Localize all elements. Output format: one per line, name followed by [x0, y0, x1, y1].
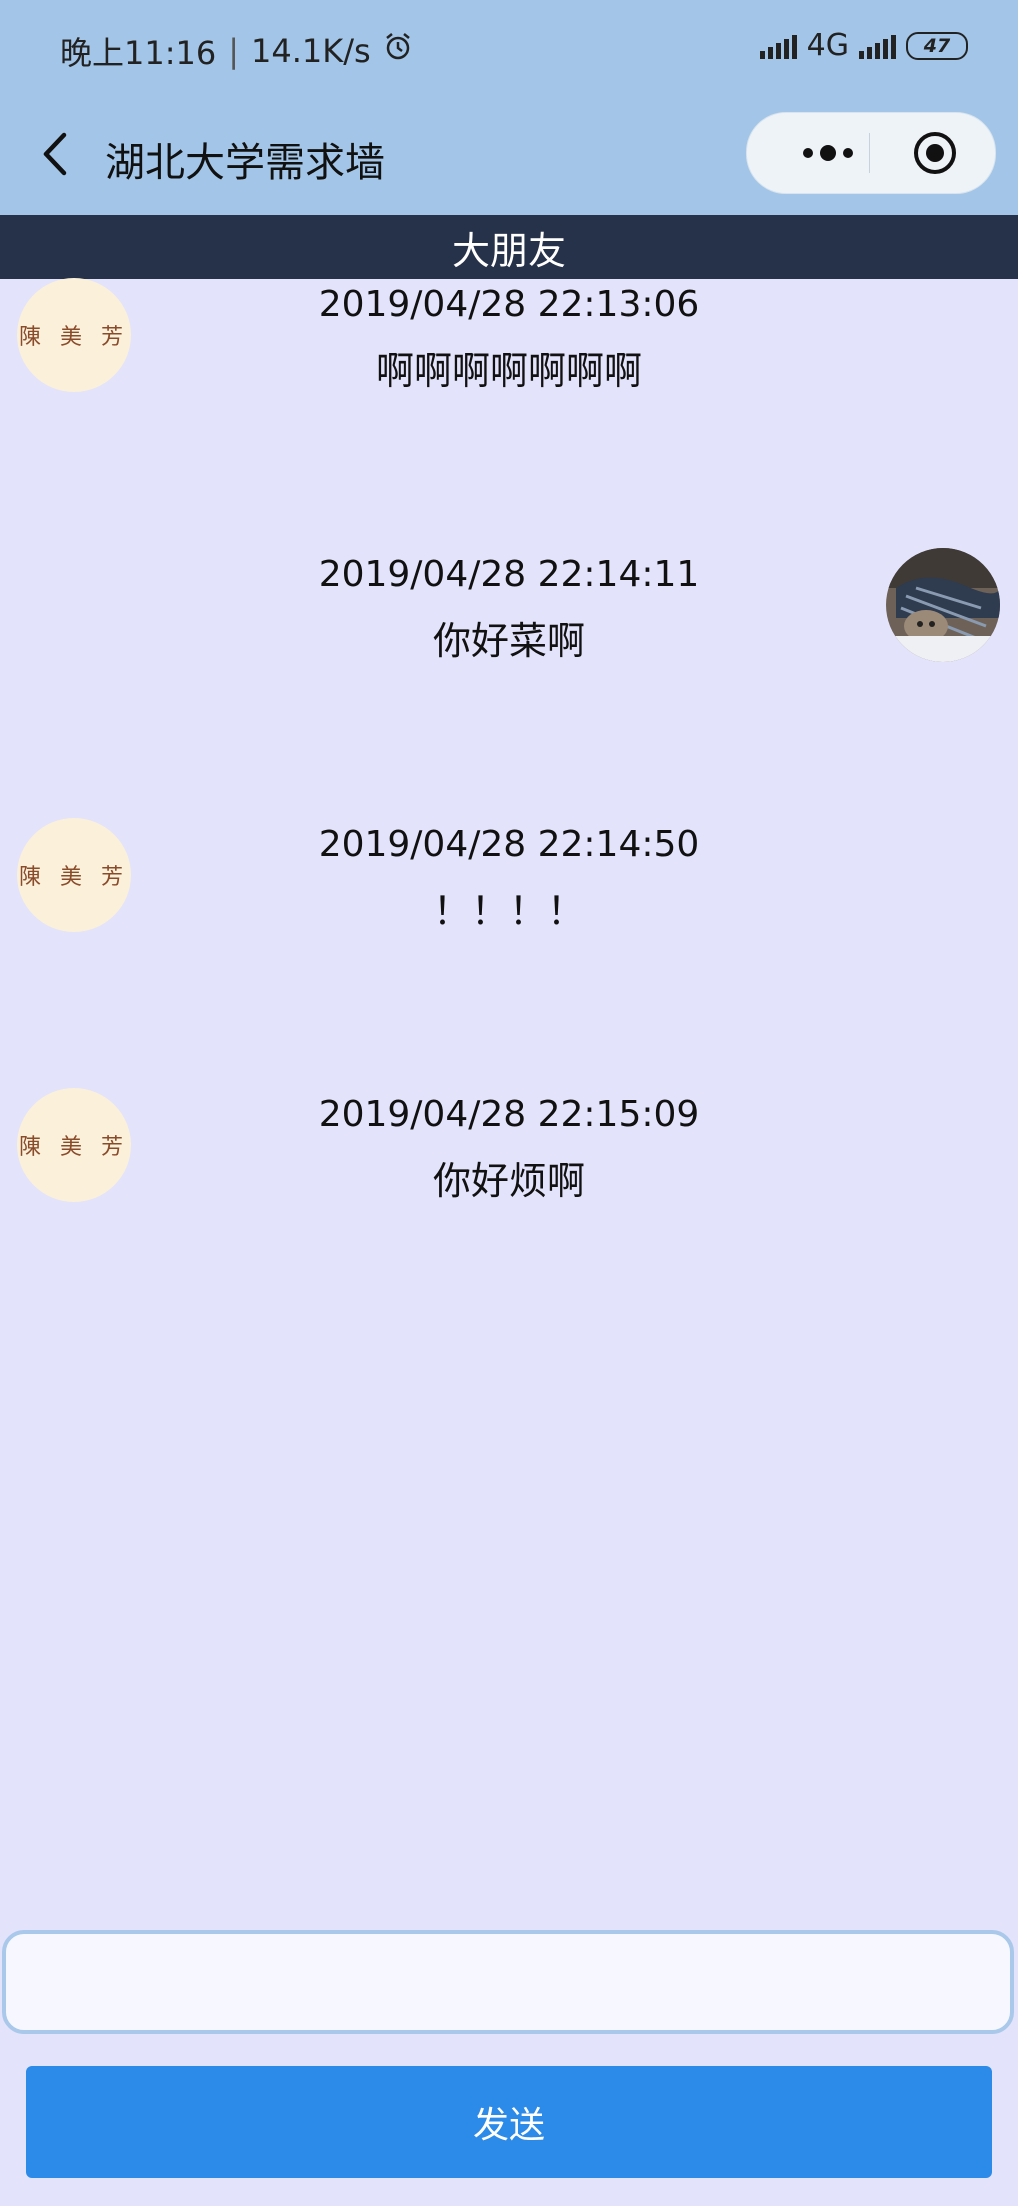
capsule-divider [869, 133, 870, 173]
battery-icon: 47 [906, 31, 968, 60]
status-left: 晚上11:16 | 14.1K/s [60, 28, 413, 74]
network-type: 4G [806, 28, 849, 63]
send-button-label: 发送 [472, 2105, 545, 2146]
navigation-bar: 湖北大学需求墙 [0, 100, 1018, 215]
target-icon [914, 132, 956, 174]
page-title: 湖北大学需求墙 [105, 140, 385, 186]
message-text: 你好菜啊 [432, 619, 585, 663]
chat-partner-name: 大朋友 [451, 228, 566, 273]
close-miniprogram-button[interactable] [913, 131, 957, 175]
message-time: 2019/04/28 22:14:50 [318, 824, 700, 865]
message-input[interactable] [6, 1934, 1010, 2030]
back-button[interactable] [30, 124, 80, 184]
message-item: 2019/04/28 22:14:11 你好菜啊 [0, 548, 1018, 748]
status-time: 晚上11:16 [60, 34, 217, 72]
message-time: 2019/04/28 22:15:09 [318, 1094, 700, 1135]
signal-icon [759, 33, 797, 59]
network-speed: 14.1K/s [251, 32, 371, 70]
message-text: ！！！！ [432, 889, 585, 933]
message-time: 2019/04/28 22:13:06 [318, 284, 700, 325]
message-item: 陳 美 芳 2019/04/28 22:15:09 你好烦啊 [0, 1088, 1018, 1288]
chat-partner-header: 大朋友 [0, 215, 1018, 279]
alarm-icon [383, 32, 413, 70]
battery-level: 47 [923, 34, 951, 57]
chevron-left-icon [43, 132, 67, 176]
signal-icon-2 [859, 33, 896, 59]
miniprogram-capsule [746, 112, 996, 194]
send-button[interactable]: 发送 [26, 2066, 992, 2178]
status-divider: | [228, 32, 240, 70]
more-icon [803, 145, 853, 161]
message-item: 陳 美 芳 2019/04/28 22:13:06 啊啊啊啊啊啊啊 [0, 278, 1018, 478]
status-right: 4G 47 [759, 28, 968, 63]
message-time: 2019/04/28 22:14:11 [318, 554, 700, 595]
status-bar: 晚上11:16 | 14.1K/s 4G 47 [0, 0, 1018, 100]
more-button[interactable] [783, 139, 873, 167]
message-text: 啊啊啊啊啊啊啊 [375, 349, 642, 393]
message-input-box [2, 1930, 1014, 2034]
message-item: 陳 美 芳 2019/04/28 22:14:50 ！！！！ [0, 818, 1018, 1018]
message-text: 你好烦啊 [432, 1159, 585, 1203]
